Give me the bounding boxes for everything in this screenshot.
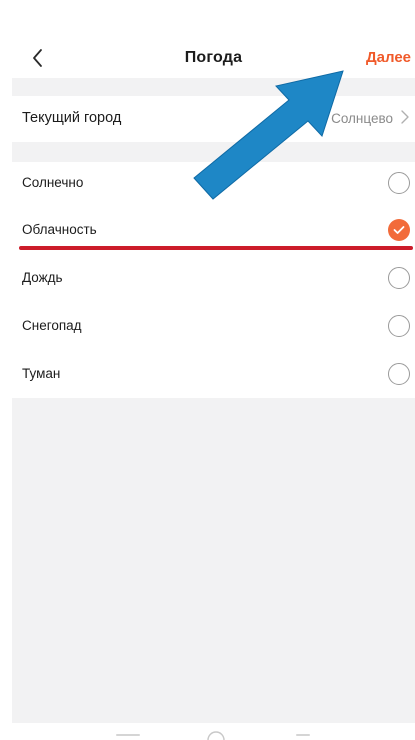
back-button[interactable]: [26, 46, 50, 70]
page-title: Погода: [184, 49, 243, 66]
screen: Погода Далее Текущий город Солнцево Солн…: [0, 0, 415, 740]
weather-option[interactable]: Снегопад: [12, 307, 415, 347]
radio-button[interactable]: [388, 172, 410, 194]
radio-button-checked[interactable]: [388, 219, 410, 241]
current-city-row[interactable]: Текущий город Солнцево: [12, 96, 415, 140]
radio-button[interactable]: [388, 267, 410, 289]
annotation-underline: [19, 246, 413, 250]
option-label: Туман: [22, 366, 61, 381]
empty-area: [12, 398, 415, 723]
weather-option[interactable]: Туман: [12, 355, 415, 395]
radio-button[interactable]: [388, 363, 410, 385]
current-city-label: Текущий город: [22, 110, 122, 126]
nav-bar-icon: [116, 731, 310, 740]
option-label: Снегопад: [22, 318, 82, 333]
section-separator: [12, 78, 415, 96]
header-bar: Погода Далее: [12, 36, 415, 80]
option-label: Дождь: [22, 270, 63, 285]
navigation-bar: [0, 724, 415, 740]
radio-button[interactable]: [388, 315, 410, 337]
weather-option[interactable]: Облачность: [12, 211, 415, 251]
next-button[interactable]: Далее: [366, 49, 411, 66]
weather-option[interactable]: Дождь: [12, 259, 415, 299]
chevron-right-icon: [401, 110, 409, 124]
app: Погода Далее Текущий город Солнцево Солн…: [12, 0, 415, 740]
section-separator: [12, 142, 415, 162]
check-icon: [393, 226, 405, 234]
chevron-left-icon: [33, 49, 42, 67]
current-city-value: Солнцево: [331, 110, 393, 126]
option-label: Облачность: [22, 222, 97, 237]
option-label: Солнечно: [22, 175, 84, 190]
weather-option[interactable]: Солнечно: [12, 164, 415, 204]
